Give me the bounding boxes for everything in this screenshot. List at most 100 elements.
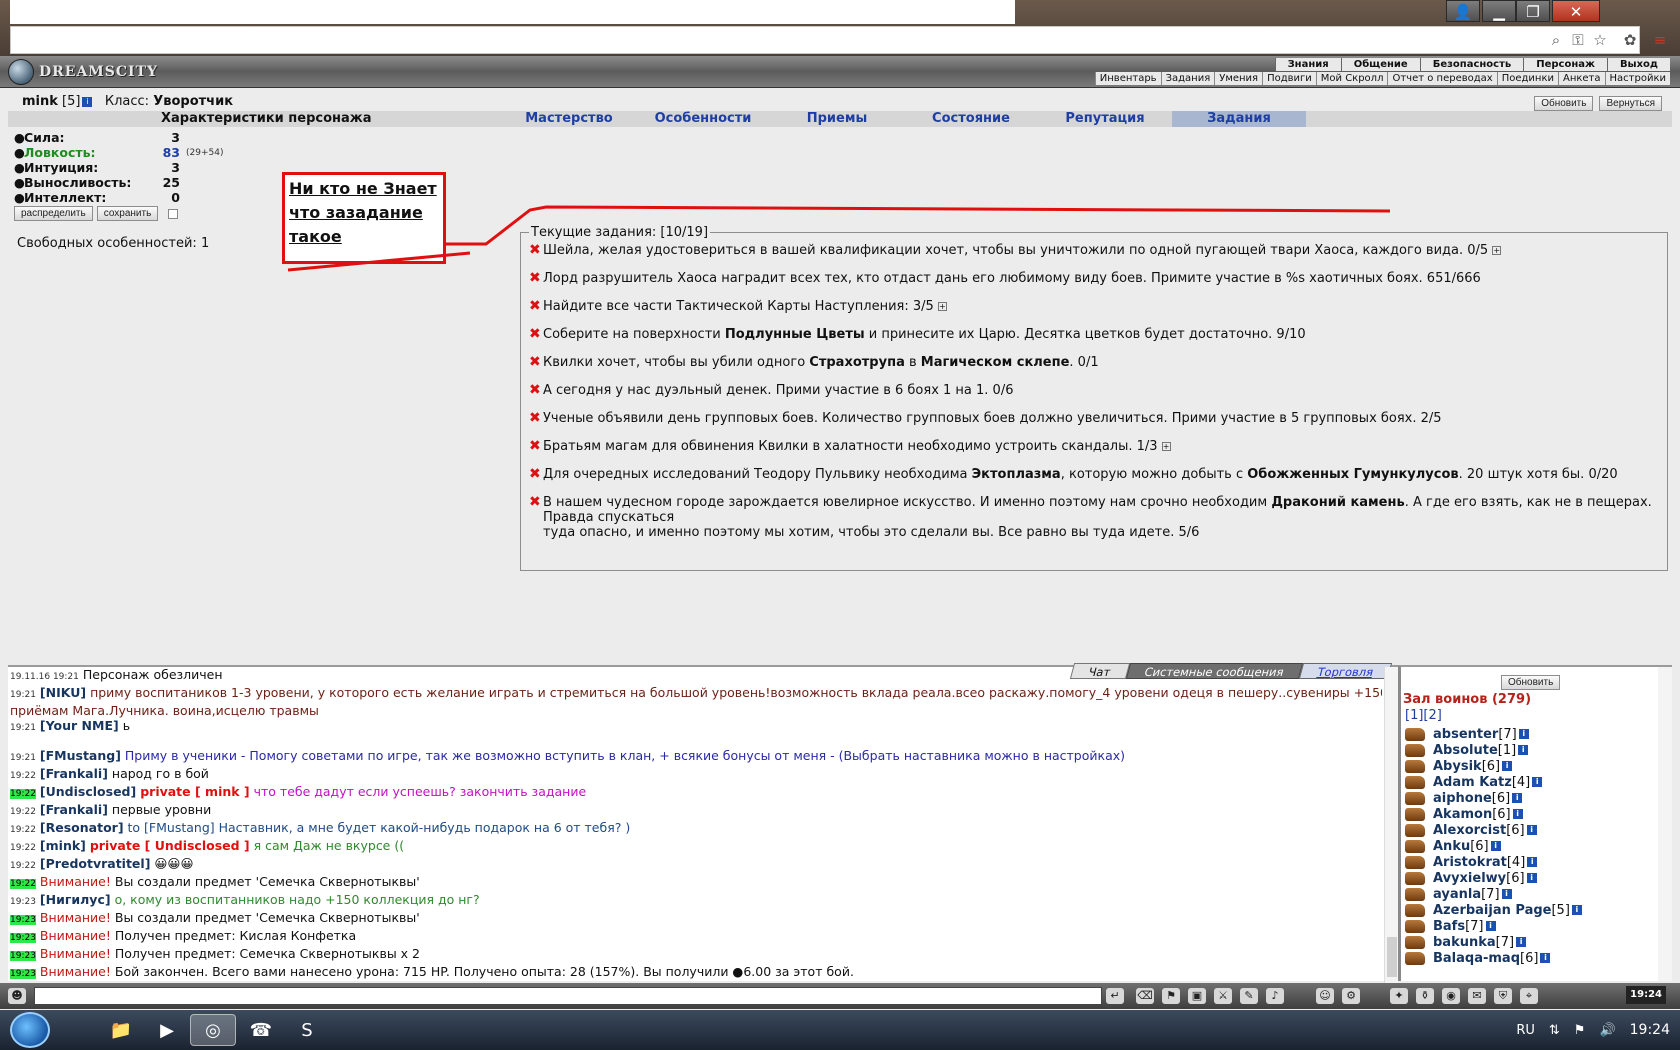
chat-time[interactable]: 19:21 xyxy=(10,690,36,700)
tab-0[interactable]: Мастерство xyxy=(502,111,636,127)
info-icon[interactable]: i xyxy=(1527,857,1538,867)
sub-menu-item[interactable]: Мой Скролл xyxy=(1315,72,1388,85)
nick-name[interactable]: mink xyxy=(22,94,58,109)
magnifier-icon[interactable]: ⌕ xyxy=(1546,30,1566,50)
smiley-menu-icon[interactable]: ☻ xyxy=(8,988,26,1004)
volume-icon[interactable]: 🔊 xyxy=(1599,1023,1615,1038)
back-button[interactable]: Вернуться xyxy=(1599,96,1662,111)
info-icon[interactable]: i xyxy=(1512,793,1523,803)
player-row[interactable]: Akamon [6] i xyxy=(1405,806,1523,822)
chat-time[interactable]: 19:23 xyxy=(10,951,36,961)
chat-nick[interactable]: [Frankali] xyxy=(40,766,108,781)
info-icon[interactable]: i xyxy=(1540,953,1551,963)
chat-nick[interactable]: [Predotvratitel] xyxy=(40,856,151,871)
player-name[interactable]: bakunka xyxy=(1433,935,1496,950)
network-icon[interactable]: ⇅ xyxy=(1549,1023,1560,1038)
chat-time[interactable]: 19:22 xyxy=(10,861,36,871)
player-name[interactable]: aiphone xyxy=(1433,791,1492,806)
player-name[interactable]: Avyxielwy xyxy=(1433,871,1506,886)
chat-input[interactable] xyxy=(34,987,1102,1005)
tab-trade[interactable]: Торговля xyxy=(1298,663,1393,679)
extension-icon[interactable]: ✿ xyxy=(1620,30,1640,50)
remove-task-icon[interactable]: ✖ xyxy=(529,467,541,482)
tab-4[interactable]: Репутация xyxy=(1038,111,1172,127)
chat-private[interactable]: private [ Undisclosed ] xyxy=(90,838,250,853)
maximize-button[interactable]: ❐ xyxy=(1516,0,1550,22)
sound-icon[interactable]: ♪ xyxy=(1266,988,1284,1004)
tab-5[interactable]: Задания xyxy=(1172,111,1306,127)
players-scrollbar[interactable] xyxy=(1658,667,1672,981)
player-row[interactable]: absenter [7] i xyxy=(1405,726,1529,742)
info-icon[interactable]: i xyxy=(1501,889,1512,899)
player-name[interactable]: Aristokrat xyxy=(1433,855,1507,870)
player-name[interactable]: Abysik xyxy=(1433,759,1482,774)
player-name[interactable]: Adam Katz xyxy=(1433,775,1512,790)
player-name[interactable]: absenter xyxy=(1433,727,1498,742)
info-icon[interactable]: i xyxy=(1502,761,1513,771)
player-name[interactable]: Azerbaijan Page xyxy=(1433,903,1551,918)
sub-menu-item[interactable]: Умения xyxy=(1214,72,1263,85)
chat-log[interactable]: 19.11.16 19:21 Персонаж обезличен 19:21 [… xyxy=(10,667,1382,983)
info-icon[interactable]: i xyxy=(1490,841,1501,851)
expand-icon[interactable]: + xyxy=(1492,246,1502,255)
scroll-icon[interactable]: ✉ xyxy=(1468,988,1486,1004)
player-row[interactable]: Abysik [6] i xyxy=(1405,758,1513,774)
main-menu-item[interactable]: Персонаж xyxy=(1523,58,1607,71)
player-row[interactable]: Aristokrat [4] i xyxy=(1405,854,1538,870)
explorer-icon[interactable]: 📁 xyxy=(98,1014,144,1046)
save-log-icon[interactable]: ▣ xyxy=(1188,988,1206,1004)
system-clock[interactable]: 19:24 xyxy=(1630,1022,1670,1038)
remove-task-icon[interactable]: ✖ xyxy=(529,383,541,398)
chat-private[interactable]: private [ mink ] xyxy=(140,784,249,799)
chat-nick[interactable]: [NIKU] xyxy=(40,685,86,700)
info-icon[interactable]: i xyxy=(1485,921,1496,931)
player-row[interactable]: Anku [6] i xyxy=(1405,838,1501,854)
send-icon[interactable]: ↵ xyxy=(1106,988,1124,1004)
save-button[interactable]: сохранить xyxy=(96,206,159,221)
player-name[interactable]: ayanla xyxy=(1433,887,1481,902)
chat-time[interactable]: 19:22 xyxy=(10,843,36,853)
chat-time[interactable]: 19.11.16 19:21 xyxy=(10,672,79,682)
rune-icon[interactable]: ✦ xyxy=(1390,988,1408,1004)
info-icon[interactable]: i xyxy=(1518,745,1529,755)
filter-icon[interactable]: ⚑ xyxy=(1162,988,1180,1004)
potion-icon[interactable]: ⚱ xyxy=(1416,988,1434,1004)
remove-task-icon[interactable]: ✖ xyxy=(529,411,541,426)
info-icon[interactable]: i xyxy=(1571,905,1582,915)
main-menu-item[interactable]: Знания xyxy=(1274,58,1341,71)
chat-time[interactable]: 19:22 xyxy=(10,807,36,817)
chat-scroll-thumb[interactable] xyxy=(1387,937,1397,977)
expand-icon[interactable]: + xyxy=(1161,442,1171,451)
player-name[interactable]: Anku xyxy=(1433,839,1470,854)
remove-task-icon[interactable]: ✖ xyxy=(529,355,541,370)
chat-nick[interactable]: [Resonator] xyxy=(40,820,124,835)
game-logo[interactable]: DREAMSCITY xyxy=(8,59,158,85)
fight-icon[interactable]: ⚔ xyxy=(1214,988,1232,1004)
smile-icon[interactable]: ☺ xyxy=(1316,988,1334,1004)
player-row[interactable]: aiphone [6] i xyxy=(1405,790,1523,806)
player-row[interactable]: Adam Katz [4] i xyxy=(1405,774,1543,790)
sub-menu-item[interactable]: Инвентарь xyxy=(1094,72,1161,85)
key-icon[interactable]: ⚿ xyxy=(1568,30,1588,50)
chat-time[interactable]: 19:22 xyxy=(10,771,36,781)
chat-nick[interactable]: [FMustang] xyxy=(40,748,121,763)
remove-task-icon[interactable]: ✖ xyxy=(529,495,541,510)
star-icon[interactable]: ☆ xyxy=(1590,30,1610,50)
expand-icon[interactable]: + xyxy=(937,302,947,311)
player-name[interactable]: Balaqa-maq xyxy=(1433,951,1520,966)
player-row[interactable]: Balaqa-maq [6] i xyxy=(1405,950,1551,966)
chat-time[interactable]: 19:21 xyxy=(10,753,36,763)
chat-nick[interactable]: [Your NME] xyxy=(40,718,119,733)
shield-icon[interactable]: ⛨ xyxy=(1494,988,1512,1004)
settings-icon[interactable]: ⚙ xyxy=(1342,988,1360,1004)
chat-scrollbar[interactable] xyxy=(1384,667,1398,983)
player-row[interactable]: bakunka [7] i xyxy=(1405,934,1527,950)
chat-nick[interactable]: [mink] xyxy=(40,838,86,853)
players-pagination[interactable]: [1][2] xyxy=(1405,708,1442,723)
info-icon[interactable]: i xyxy=(82,97,93,107)
player-name[interactable]: Absolute xyxy=(1433,743,1498,758)
refresh-button[interactable]: Обновить xyxy=(1534,96,1594,111)
chat-time[interactable]: 19:23 xyxy=(10,915,36,925)
tab-system-messages[interactable]: Системные сообщения xyxy=(1125,663,1303,679)
minimize-button[interactable]: ▁ xyxy=(1482,0,1516,22)
